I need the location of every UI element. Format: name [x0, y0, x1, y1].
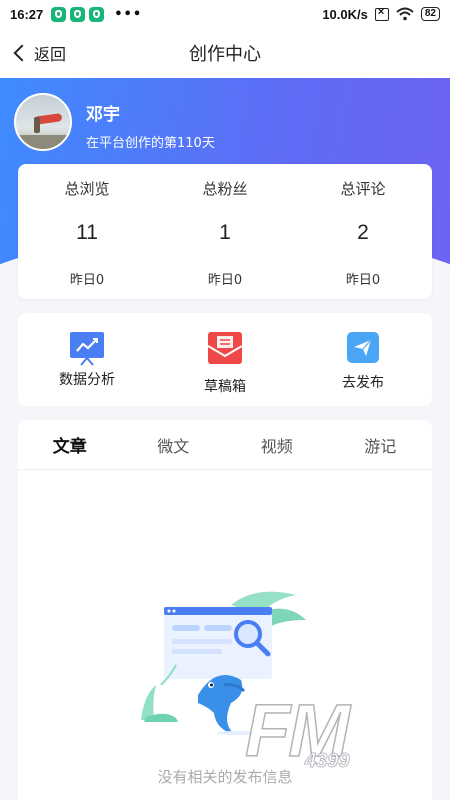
- tool-label: 数据分析: [59, 372, 115, 388]
- publish-icon: [347, 332, 379, 363]
- tab-microtext[interactable]: 微文: [122, 433, 226, 457]
- sim-icon: [374, 6, 389, 21]
- tool-label: 去发布: [342, 375, 384, 391]
- stat-value: 1: [219, 221, 231, 244]
- tab-article[interactable]: 文章: [18, 432, 122, 457]
- empty-state-text: 没有相关的发布信息: [157, 768, 293, 786]
- chevron-left-icon: [13, 44, 31, 62]
- content-tabs: 文章 微文 视频 游记: [18, 420, 432, 470]
- publish-list-card: 文章 微文 视频 游记 没有相关的发布信息: [18, 420, 432, 800]
- stat-total-views[interactable]: 总浏览 11 昨日0: [18, 164, 156, 299]
- stats-card: 总浏览 11 昨日0 总粉丝 1 昨日0 总评论 2 昨日0: [18, 164, 432, 299]
- draft-box-button[interactable]: 草稿箱: [156, 313, 294, 406]
- stat-yesterday: 昨日0: [69, 273, 105, 288]
- draft-box-icon: [207, 332, 243, 364]
- avatar-ground: [16, 135, 70, 149]
- stat-yesterday: 昨日0: [345, 273, 381, 288]
- tools-card: 数据分析 草稿箱 去发布: [18, 313, 432, 406]
- chart-stand-icon: [80, 358, 94, 366]
- shield-icon: [51, 6, 67, 22]
- stat-total-comments[interactable]: 总评论 2 昨日0: [294, 164, 432, 299]
- stat-label: 总评论: [340, 180, 386, 198]
- stat-value: 2: [357, 221, 369, 244]
- battery-level: 82: [424, 8, 436, 19]
- tab-travel-notes[interactable]: 游记: [329, 433, 433, 457]
- status-bar: 16:27 ••• 10.0K/s 82: [0, 0, 450, 28]
- stat-yesterday: 昨日0: [207, 273, 243, 288]
- status-right: 10.0K/s 82: [322, 6, 440, 22]
- shield-icon: [89, 6, 105, 22]
- stat-label: 总粉丝: [202, 180, 248, 198]
- avatar-person: [34, 117, 40, 133]
- data-analysis-icon: [70, 332, 104, 358]
- back-button[interactable]: 返回: [12, 28, 66, 78]
- page-title: 创作中心: [189, 44, 261, 65]
- publish-button[interactable]: 去发布: [294, 313, 432, 406]
- avatar[interactable]: [14, 93, 72, 151]
- wifi-icon: [396, 7, 414, 21]
- tab-video[interactable]: 视频: [225, 433, 329, 457]
- battery-icon: 82: [420, 7, 440, 21]
- network-speed: 10.0K/s: [322, 6, 368, 22]
- stat-total-fans[interactable]: 总粉丝 1 昨日0: [156, 164, 294, 299]
- dolphin-empty-illustration: [141, 591, 306, 735]
- profile-name: 邓宇: [86, 105, 120, 125]
- back-label: 返回: [34, 45, 67, 64]
- shield-icon: [70, 6, 86, 22]
- profile-subtitle: 在平台创作的第110天: [86, 136, 215, 151]
- stat-label: 总浏览: [64, 180, 110, 198]
- tool-label: 草稿箱: [204, 379, 246, 395]
- top-nav-bar: 返回 创作中心: [0, 28, 450, 78]
- status-time: 16:27: [10, 6, 44, 22]
- data-analysis-button[interactable]: 数据分析: [18, 313, 156, 406]
- creation-center-page: 16:27 ••• 10.0K/s 82 返回 创作中心 邓宇 在平台创: [0, 0, 450, 800]
- stat-value: 11: [76, 221, 98, 244]
- more-dots-icon: •••: [114, 6, 143, 22]
